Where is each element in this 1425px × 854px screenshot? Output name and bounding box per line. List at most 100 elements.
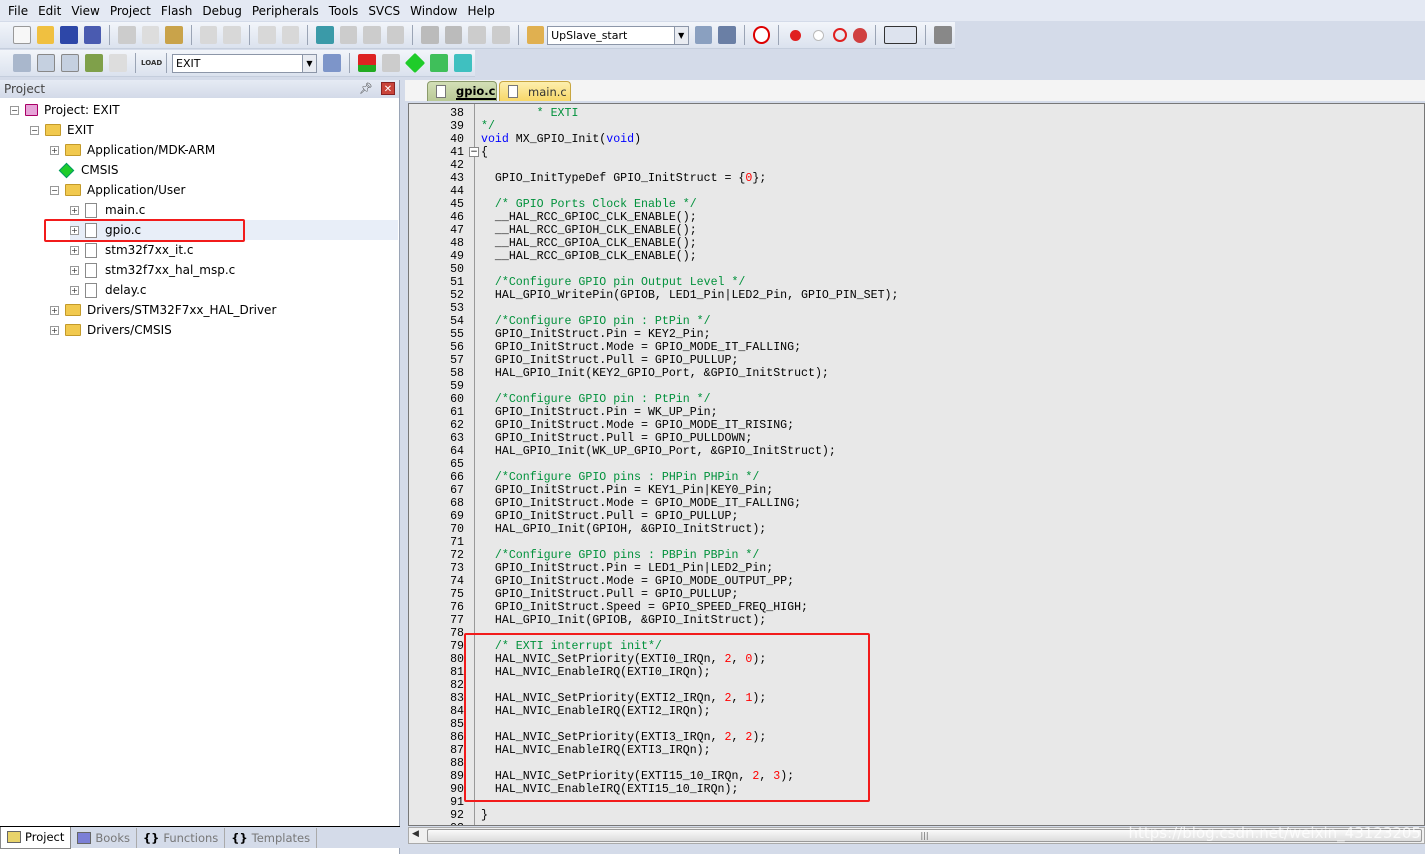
prev-bookmark-icon[interactable]	[339, 26, 358, 44]
chevron-down-icon[interactable]: ▼	[302, 54, 316, 72]
panel-tab-books[interactable]: Books	[71, 827, 137, 848]
save-all-icon[interactable]	[83, 26, 102, 44]
tree-item[interactable]: + stm32f7xx_it.c	[70, 240, 193, 260]
manage-rte-icon[interactable]	[404, 52, 426, 74]
disable-all-breakpoints-icon[interactable]	[832, 28, 847, 42]
expand-icon[interactable]: +	[50, 305, 59, 315]
tree-item[interactable]: − Project: EXIT	[10, 100, 120, 120]
line-number: 45	[450, 198, 464, 211]
find-icon[interactable]	[694, 26, 713, 44]
unindent-icon[interactable]	[444, 26, 463, 44]
panel-tab-templates[interactable]: {} Templates	[225, 827, 318, 848]
code-editor[interactable]: 38 * EXTI 39 */ 40 void MX_GPIO_Init(void) 41…	[408, 103, 1425, 826]
cut-icon[interactable]	[118, 26, 136, 44]
menu-window[interactable]: Window	[410, 4, 457, 18]
menu-project[interactable]: Project	[110, 4, 151, 18]
line-number: 78	[450, 627, 464, 640]
expand-icon[interactable]: +	[70, 225, 79, 235]
expand-icon[interactable]: +	[70, 245, 79, 255]
tree-item[interactable]: + main.c	[70, 200, 145, 220]
manage-components-icon[interactable]	[358, 54, 376, 72]
expand-icon[interactable]: +	[50, 325, 59, 335]
menu-file[interactable]: File	[8, 4, 28, 18]
expand-icon[interactable]: +	[50, 145, 59, 155]
pin-icon[interactable]: 📌︎	[359, 80, 373, 98]
tree-item[interactable]: + Drivers/CMSIS	[50, 320, 172, 340]
redo-icon[interactable]	[223, 26, 242, 44]
tree-item[interactable]: CMSIS	[50, 160, 119, 180]
kill-breakpoints-icon[interactable]	[852, 27, 868, 43]
configure-icon[interactable]	[934, 26, 952, 44]
code-token: HAL_GPIO_Init(KEY2_GPIO_Port, &GPIO_Init…	[481, 367, 829, 380]
chevron-down-icon[interactable]: ▼	[673, 26, 688, 44]
bookmark-icon[interactable]	[316, 26, 334, 44]
stop-build-icon[interactable]	[109, 54, 127, 72]
options-for-target-icon[interactable]	[323, 54, 341, 72]
comment-icon[interactable]	[468, 26, 487, 44]
pack-installer-icon[interactable]	[430, 54, 448, 72]
tree-item[interactable]: − Application/User	[50, 180, 185, 200]
tab-gpio-c[interactable]: gpio.c	[427, 81, 497, 101]
find-in-files-icon[interactable]	[526, 26, 545, 44]
select-packs-icon[interactable]	[382, 54, 400, 72]
event-recorder-icon[interactable]	[454, 54, 472, 72]
tree-item[interactable]: − EXIT	[30, 120, 94, 140]
tab-main-c[interactable]: main.c	[499, 81, 571, 101]
tree-item[interactable]: + Application/MDK-ARM	[50, 140, 215, 160]
debug-session-icon[interactable]	[752, 26, 771, 44]
expand-icon[interactable]: +	[70, 205, 79, 215]
tree-item[interactable]: + delay.c	[70, 280, 147, 300]
menu-view[interactable]: View	[71, 4, 99, 18]
menu-flash[interactable]: Flash	[161, 4, 192, 18]
editor: gpio.c main.c 38 * EXTI 39 */ 40 void MX_GPI…	[405, 80, 1425, 854]
disable-breakpoint-icon[interactable]	[813, 29, 824, 41]
expand-icon[interactable]: +	[70, 265, 79, 275]
incremental-find-icon[interactable]	[718, 26, 736, 44]
clear-bookmarks-icon[interactable]	[386, 26, 405, 44]
save-icon[interactable]	[60, 26, 78, 44]
next-bookmark-icon[interactable]	[363, 26, 381, 44]
collapse-icon[interactable]: −	[30, 125, 39, 135]
translate-icon[interactable]	[13, 54, 31, 72]
line-number: 51	[450, 276, 464, 289]
panel-tab-functions[interactable]: {} Functions	[137, 827, 226, 848]
expand-icon[interactable]: +	[70, 285, 79, 295]
collapse-icon[interactable]: −	[50, 185, 59, 195]
open-folder-icon[interactable]	[36, 26, 55, 44]
window-layout-icon[interactable]	[884, 26, 918, 44]
menu-debug[interactable]: Debug	[202, 4, 241, 18]
rebuild-icon[interactable]	[61, 54, 79, 72]
nav-back-icon[interactable]	[258, 26, 276, 44]
uncomment-icon[interactable]	[492, 26, 510, 44]
batch-build-icon[interactable]	[85, 54, 103, 72]
new-file-icon[interactable]	[13, 26, 31, 44]
undo-icon[interactable]	[199, 26, 218, 44]
menu-peripherals[interactable]: Peripherals	[252, 4, 319, 18]
collapse-icon[interactable]: −	[10, 105, 19, 115]
scroll-left-icon[interactable]: ◀	[412, 829, 419, 839]
menu-edit[interactable]: Edit	[38, 4, 61, 18]
fold-collapse-icon[interactable]: −	[469, 147, 479, 157]
code-token: HAL_GPIO_Init(GPIOH, &GPIO_InitStruct);	[481, 523, 767, 536]
close-icon[interactable]: ✕	[381, 82, 395, 95]
line-number: 80	[450, 653, 464, 666]
line-number: 77	[450, 614, 464, 627]
nav-forward-icon[interactable]	[281, 26, 300, 44]
target-combo[interactable]: EXIT ▼	[172, 53, 317, 73]
tab-label: main.c	[528, 84, 567, 99]
breakpoint-icon[interactable]	[790, 29, 802, 41]
find-combo[interactable]: UpSlave_start ▼	[547, 25, 689, 45]
menu-help[interactable]: Help	[467, 4, 494, 18]
load-button[interactable]: LOAD	[141, 59, 162, 67]
menu-svcs[interactable]: SVCS	[368, 4, 400, 18]
panel-tab-project[interactable]: Project	[0, 826, 72, 849]
copy-icon[interactable]	[141, 26, 160, 44]
paste-icon[interactable]	[165, 26, 183, 44]
tree-item-label: stm32f7xx_hal_msp.c	[105, 263, 236, 277]
indent-icon[interactable]	[421, 26, 439, 44]
build-icon[interactable]	[37, 54, 55, 72]
tree-item[interactable]: + gpio.c	[70, 220, 398, 240]
tree-item[interactable]: + Drivers/STM32F7xx_HAL_Driver	[50, 300, 276, 320]
menu-tools[interactable]: Tools	[329, 4, 359, 18]
tree-item[interactable]: + stm32f7xx_hal_msp.c	[70, 260, 235, 280]
